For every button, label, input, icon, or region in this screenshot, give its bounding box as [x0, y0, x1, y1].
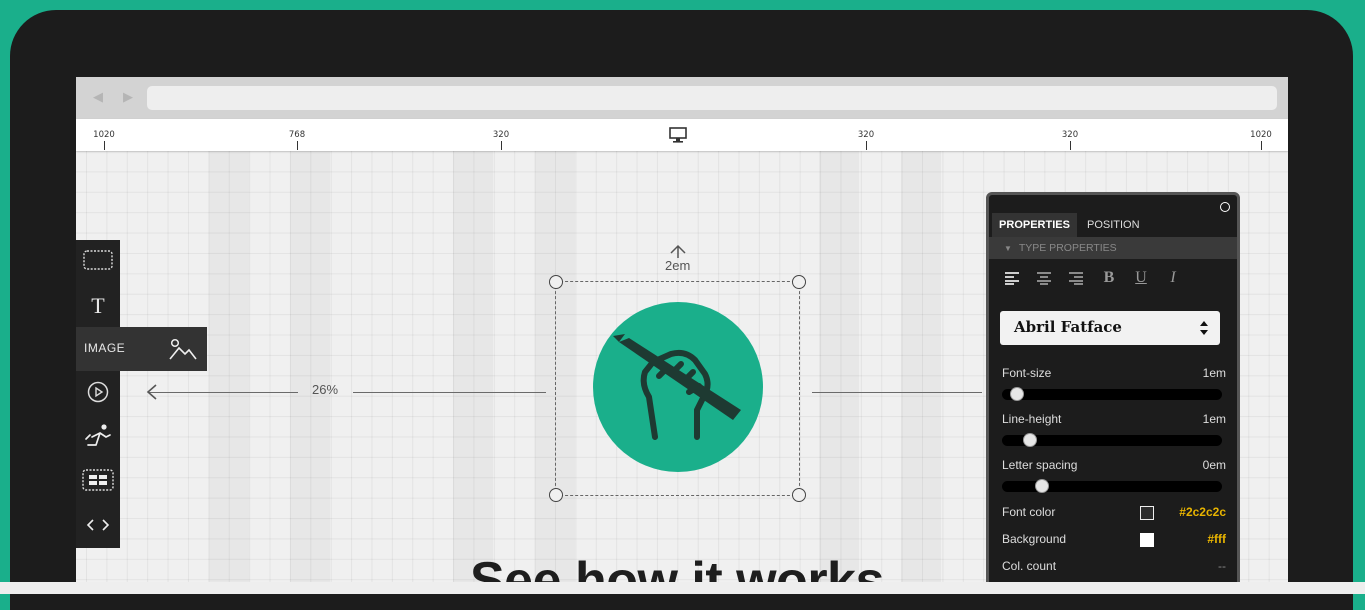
ruler-tick-label: 1020 [1250, 130, 1272, 140]
ruler-tick-label: 320 [492, 130, 510, 140]
line-height-knob[interactable] [1023, 433, 1037, 447]
letter-spacing-slider[interactable] [1002, 479, 1222, 493]
letter-spacing-value: 0em [1202, 458, 1226, 472]
col-count-label: Col. count [1002, 559, 1057, 573]
arrow-up-icon [670, 243, 686, 258]
line-height-label: Line-height [1002, 412, 1062, 426]
align-left-button[interactable] [1001, 267, 1023, 289]
ruler-tick-label: 1020 [93, 130, 115, 140]
desktop-icon[interactable] [669, 127, 687, 143]
align-right-button[interactable] [1065, 267, 1087, 289]
ruler-tick-label: 320 [857, 130, 875, 140]
text-tool-icon: T [91, 293, 105, 318]
page-footer-strip [0, 582, 1365, 594]
image-tool-flyout[interactable]: IMAGE [76, 327, 207, 371]
tool-sidebar: T [76, 240, 120, 548]
type-properties-header[interactable]: ▼ TYPE PROPERTIES [989, 237, 1237, 259]
column-band [901, 151, 941, 582]
select-arrows-icon [1199, 320, 1209, 340]
left-margin-label: 26% [312, 382, 339, 397]
ruler-tick[interactable] [297, 141, 298, 150]
text-tool[interactable]: T [76, 284, 120, 328]
column-band [819, 151, 859, 582]
breakpoint-ruler: 1020 768 320 320 320 1020 [76, 119, 1288, 151]
margin-line-right [812, 392, 982, 393]
image-tool-label: IMAGE [84, 341, 126, 355]
ruler-tick [1261, 141, 1262, 150]
align-center-icon [1037, 272, 1051, 285]
col-count-value[interactable]: -- [1218, 559, 1226, 573]
font-size-value: 1em [1202, 366, 1226, 380]
panel-close-icon[interactable] [1220, 202, 1230, 212]
image-tool-icon[interactable] [168, 337, 198, 361]
ruler-tick [104, 141, 105, 150]
margin-line-left [148, 392, 298, 393]
ruler-tick[interactable] [866, 141, 867, 150]
caret-down-icon: ▼ [1004, 244, 1012, 253]
ruler-tick-label: 768 [288, 130, 306, 140]
letter-spacing-label: Letter spacing [1002, 458, 1078, 472]
forward-button[interactable]: ▶ [120, 90, 136, 106]
align-center-button[interactable] [1033, 267, 1055, 289]
video-tool-icon [87, 381, 109, 407]
page-headline[interactable]: See how it works [470, 551, 884, 582]
bold-button[interactable]: B [1098, 267, 1120, 289]
code-tool-icon [86, 517, 110, 536]
tab-properties[interactable]: PROPERTIES [992, 213, 1077, 237]
device-frame: ◀ ▶ 1020 768 320 320 320 1020 26% 2em Se… [10, 10, 1353, 610]
font-size-slider[interactable] [1002, 387, 1222, 401]
underline-button[interactable]: U [1130, 267, 1152, 289]
grid-tool-icon [82, 469, 114, 495]
font-color-value[interactable]: #2c2c2c [1179, 505, 1226, 519]
browser-window: ◀ ▶ 1020 768 320 320 320 1020 26% 2em Se… [76, 77, 1288, 582]
resize-handle-br[interactable] [792, 488, 806, 502]
column-band [290, 151, 330, 582]
logo-image[interactable] [593, 302, 763, 472]
ruler-tick[interactable] [501, 141, 502, 150]
ruler-tick-label: 320 [1061, 130, 1079, 140]
animation-tool[interactable] [76, 416, 120, 460]
rectangle-tool[interactable] [76, 240, 120, 284]
align-right-icon [1069, 272, 1083, 285]
column-band [209, 151, 249, 582]
video-tool[interactable] [76, 372, 120, 416]
font-size-label: Font-size [1002, 366, 1052, 380]
column-band [453, 151, 493, 582]
grid-tool[interactable] [76, 460, 120, 504]
font-size-knob[interactable] [1010, 387, 1024, 401]
resize-handle-bl[interactable] [549, 488, 563, 502]
font-color-swatch[interactable] [1140, 506, 1154, 520]
line-height-value: 1em [1202, 412, 1226, 426]
code-tool[interactable] [76, 504, 120, 548]
align-left-icon [1005, 272, 1019, 285]
font-color-label: Font color [1002, 505, 1056, 519]
background-value[interactable]: #fff [1207, 532, 1226, 546]
background-swatch[interactable] [1140, 533, 1154, 547]
animation-tool-icon [84, 423, 112, 453]
url-bar[interactable] [147, 86, 1277, 110]
browser-chrome: ◀ ▶ [76, 77, 1288, 119]
arrow-left-icon [146, 384, 160, 400]
italic-button[interactable]: I [1162, 267, 1184, 289]
rectangle-tool-icon [83, 250, 113, 274]
background-label: Background [1002, 532, 1067, 546]
font-family-value: Abril Fatface [1014, 318, 1122, 336]
font-family-select[interactable]: Abril Fatface [1000, 311, 1220, 345]
top-margin-label: 2em [665, 258, 691, 273]
tab-position[interactable]: POSITION [1087, 213, 1140, 237]
format-toolbar: B U I [1001, 267, 1231, 291]
ruler-tick[interactable] [1070, 141, 1071, 150]
back-button[interactable]: ◀ [90, 90, 106, 106]
margin-line-left-inner [353, 392, 546, 393]
section-title: TYPE PROPERTIES [1018, 242, 1117, 254]
fist-pencil-icon [613, 334, 741, 440]
letter-spacing-knob[interactable] [1035, 479, 1049, 493]
resize-handle-tr[interactable] [792, 275, 806, 289]
properties-panel: PROPERTIES POSITION ▼ TYPE PROPERTIES B … [986, 192, 1240, 582]
line-height-slider[interactable] [1002, 433, 1222, 447]
resize-handle-tl[interactable] [549, 275, 563, 289]
